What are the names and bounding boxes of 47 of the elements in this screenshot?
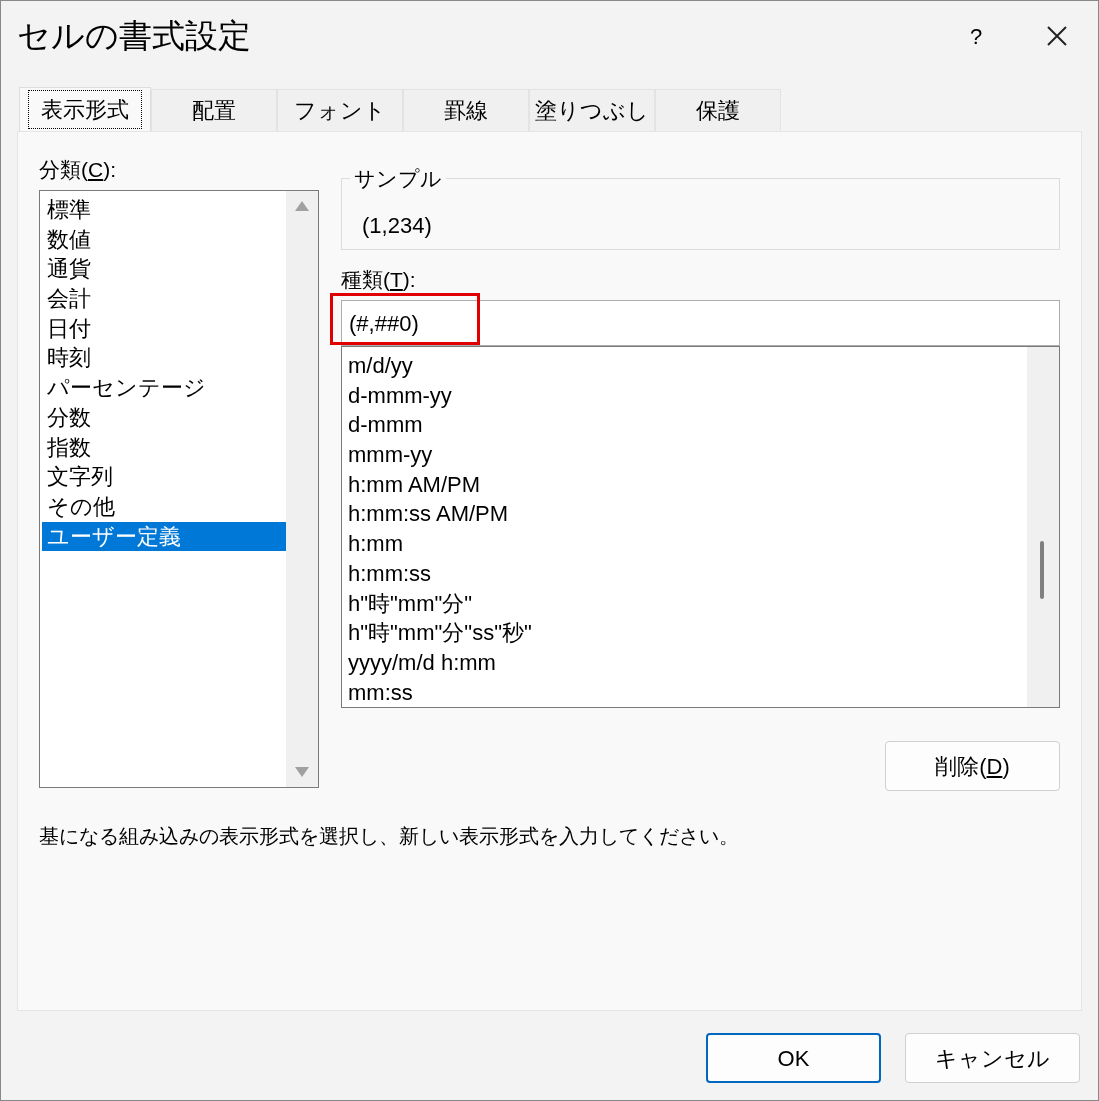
ok-button[interactable]: OK	[706, 1033, 881, 1083]
type-label: 種類(T):	[341, 267, 417, 293]
format-item[interactable]: h:mm	[348, 529, 1027, 559]
category-item[interactable]: 標準	[42, 195, 286, 225]
delete-button[interactable]: 削除(D)	[885, 741, 1060, 791]
format-item[interactable]: h"時"mm"分"	[348, 588, 1027, 619]
tab[interactable]: フォント	[277, 89, 403, 131]
help-button[interactable]: ?	[956, 19, 996, 53]
format-item[interactable]: yyyy/m/d h:mm	[348, 647, 1027, 678]
window-title: セルの書式設定	[17, 16, 252, 57]
tab[interactable]: 罫線	[403, 89, 529, 131]
tab[interactable]: 塗りつぶし	[529, 89, 655, 131]
format-item[interactable]: mmm-yy	[348, 440, 1027, 470]
format-item[interactable]: h:mm:ss	[348, 558, 1027, 589]
category-item[interactable]: 日付	[42, 313, 286, 344]
description-text: 基になる組み込みの表示形式を選択し、新しい表示形式を入力してください。	[39, 824, 740, 849]
category-item[interactable]: パーセンテージ	[42, 373, 286, 403]
category-label: 分類(C):	[39, 157, 117, 183]
tab[interactable]: 表示形式	[19, 87, 151, 131]
format-item[interactable]: d-mmm	[348, 410, 1027, 441]
down-arrow-icon[interactable]	[295, 767, 309, 777]
category-item[interactable]: 会計	[42, 284, 286, 314]
tab[interactable]: 保護	[655, 89, 781, 131]
type-field[interactable]: (#,##0)	[341, 300, 1060, 346]
category-item[interactable]: 指数	[42, 432, 286, 463]
category-item[interactable]: 文字列	[42, 462, 286, 492]
format-item[interactable]: m/d/yy	[348, 351, 1027, 381]
category-item[interactable]: 分数	[42, 402, 286, 433]
category-item[interactable]: ユーザー定義	[42, 521, 286, 552]
format-item[interactable]: d-mmm-yy	[348, 380, 1027, 411]
sample-value: (1,234)	[362, 212, 432, 240]
scrollbar-thumb[interactable]	[1040, 541, 1044, 599]
tab[interactable]: 配置	[151, 89, 277, 131]
category-item[interactable]: 数値	[42, 224, 286, 255]
format-item[interactable]: h:mm:ss AM/PM	[348, 499, 1027, 530]
category-list[interactable]: 標準 数値 通貨 会計 日付 時刻 パーセンテージ 分数 指数 文字列 その他 ユーザー定義	[39, 190, 319, 788]
format-item[interactable]: h"時"mm"分"ss"秒"	[348, 618, 1027, 648]
category-item[interactable]: 通貨	[42, 254, 286, 285]
format-item[interactable]: h:mm AM/PM	[348, 469, 1027, 500]
format-item[interactable]: mm:ss	[348, 677, 1027, 708]
up-arrow-icon[interactable]	[295, 201, 309, 211]
cancel-button[interactable]: キャンセル	[905, 1033, 1080, 1083]
field-value: (#,##0)	[349, 309, 419, 338]
close-icon[interactable]	[1046, 25, 1068, 47]
category-item[interactable]: 時刻	[42, 343, 286, 374]
category-item[interactable]: その他	[42, 491, 286, 522]
type-list[interactable]: m/d/yy d-mmm-yy d-mmm mmm-yy h:mm AM/PM h:mm:ss AM/PM h:mm h:mm:ss h"時"mm"分" h"時"mm"分"ss"秒" yyyy/m/d h:mm mm:ss	[341, 346, 1060, 708]
